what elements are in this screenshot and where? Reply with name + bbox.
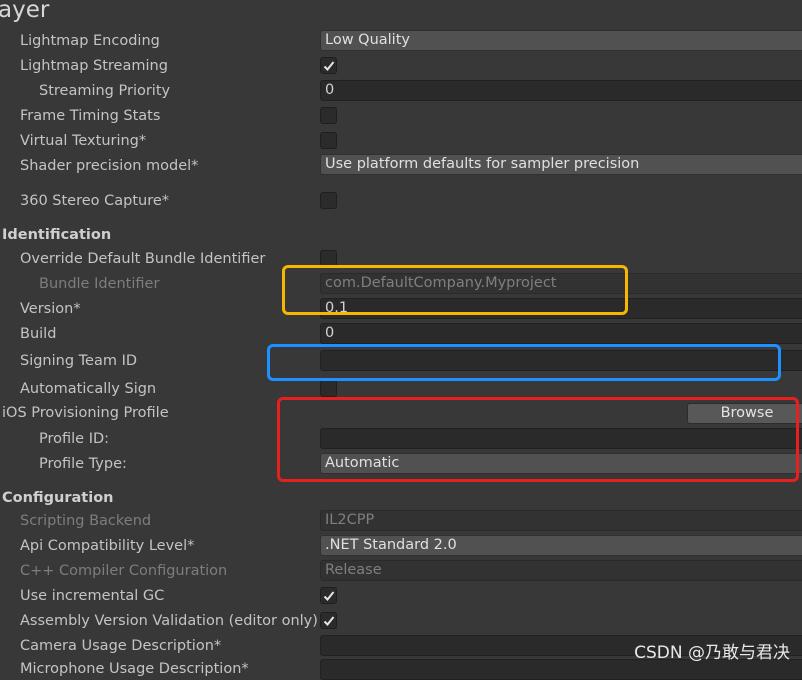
camera-usage-label: Camera Usage Description* — [20, 638, 222, 654]
lightmap-encoding-dropdown[interactable]: Low Quality — [320, 30, 802, 51]
scripting-backend-dropdown: IL2CPP — [320, 510, 802, 531]
bundle-identifier-label: Bundle Identifier — [39, 276, 160, 292]
profile-id-field[interactable] — [320, 428, 802, 449]
build-field[interactable]: 0 — [320, 323, 802, 344]
virtual-texturing-checkbox[interactable] — [320, 132, 337, 149]
streaming-priority-label: Streaming Priority — [39, 83, 171, 99]
checkmark-icon — [323, 61, 335, 71]
override-bundle-label: Override Default Bundle Identifier — [20, 251, 266, 267]
watermark: CSDN @乃敢与君决 — [634, 643, 790, 663]
scripting-backend-label: Scripting Backend — [20, 513, 152, 529]
provisioning-profile-label: iOS Provisioning Profile — [2, 405, 169, 421]
cpp-config-label: C++ Compiler Configuration — [20, 563, 228, 579]
lightmap-encoding-label: Lightmap Encoding — [20, 33, 160, 49]
profile-type-label: Profile Type: — [39, 456, 127, 472]
incremental-gc-checkbox[interactable] — [320, 587, 337, 604]
identification-heading: Identification — [2, 227, 112, 243]
stereo-capture-label: 360 Stereo Capture* — [20, 193, 170, 209]
checkmark-icon — [323, 616, 335, 626]
assembly-validation-label: Assembly Version Validation (editor only… — [20, 613, 318, 629]
signing-team-label: Signing Team ID — [20, 353, 138, 369]
stereo-capture-checkbox[interactable] — [320, 192, 337, 209]
profile-type-dropdown[interactable]: Automatic — [320, 453, 802, 474]
assembly-validation-checkbox[interactable] — [320, 612, 337, 629]
api-level-dropdown[interactable]: .NET Standard 2.0 — [320, 535, 802, 556]
bundle-identifier-field: com.DefaultCompany.Myproject — [320, 273, 802, 294]
override-bundle-checkbox[interactable] — [320, 250, 337, 267]
microphone-usage-label: Microphone Usage Description* — [20, 661, 249, 677]
frame-timing-checkbox[interactable] — [320, 107, 337, 124]
cpp-config-dropdown: Release — [320, 560, 802, 581]
build-label: Build — [20, 326, 57, 342]
panel-title: ayer — [0, 0, 50, 23]
signing-team-field[interactable] — [320, 350, 802, 371]
auto-sign-checkbox[interactable] — [320, 380, 337, 397]
configuration-heading: Configuration — [2, 490, 114, 506]
virtual-texturing-label: Virtual Texturing* — [20, 133, 147, 149]
shader-precision-label: Shader precision model* — [20, 158, 199, 174]
streaming-priority-field[interactable]: 0 — [320, 80, 802, 101]
auto-sign-label: Automatically Sign — [20, 381, 157, 397]
api-level-label: Api Compatibility Level* — [20, 538, 195, 554]
frame-timing-label: Frame Timing Stats — [20, 108, 161, 124]
version-field[interactable]: 0.1 — [320, 298, 802, 319]
profile-id-label: Profile ID: — [39, 431, 110, 447]
checkmark-icon — [323, 591, 335, 601]
version-label: Version* — [20, 301, 81, 317]
incremental-gc-label: Use incremental GC — [20, 588, 165, 604]
shader-precision-dropdown[interactable]: Use platform defaults for sampler precis… — [320, 154, 802, 175]
browse-button[interactable]: Browse — [687, 403, 802, 424]
lightmap-streaming-label: Lightmap Streaming — [20, 58, 168, 74]
lightmap-streaming-checkbox[interactable] — [320, 57, 337, 74]
